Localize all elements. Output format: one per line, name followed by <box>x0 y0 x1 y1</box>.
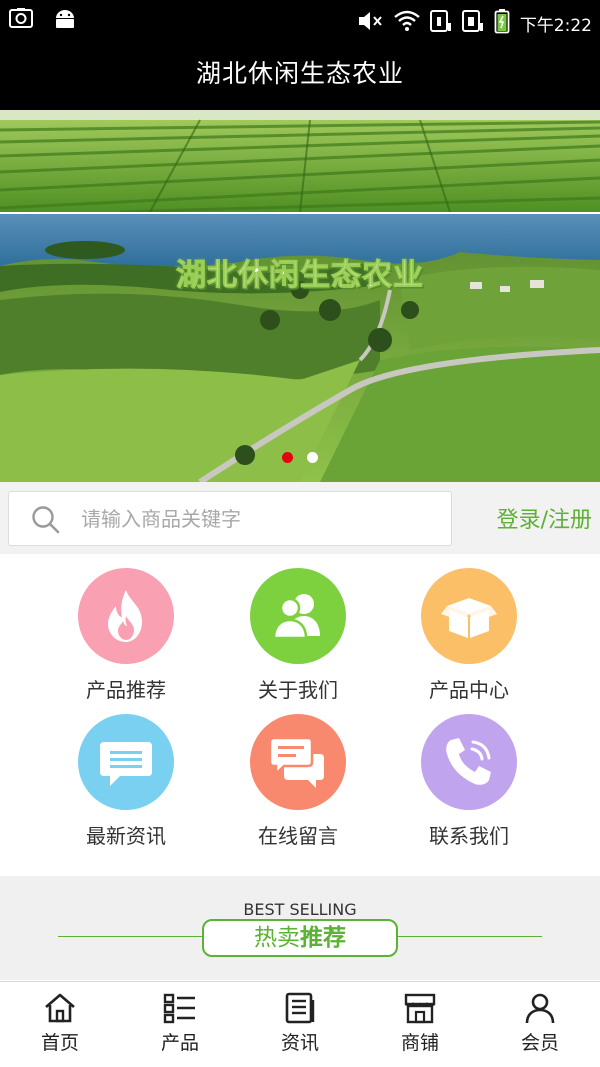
search-box[interactable] <box>8 491 452 546</box>
tab-label: 会员 <box>520 1032 559 1054</box>
carousel-dot-1[interactable] <box>282 452 293 463</box>
android-icon <box>52 6 78 36</box>
best-selling-section: BEST SELLING 热卖推荐 <box>0 876 600 980</box>
banner-image <box>0 110 600 482</box>
divider-left <box>58 936 202 937</box>
user-icon <box>480 992 600 1024</box>
best-selling-left: 热卖 <box>254 925 300 951</box>
tab-label: 首页 <box>40 1032 79 1054</box>
menu-label: 产品中心 <box>429 678 509 702</box>
menu-item-product-recommend[interactable]: 产品推荐 <box>51 568 201 703</box>
menu-item-latest-news[interactable]: 最新资讯 <box>51 714 201 849</box>
feature-grid: 产品推荐 关于我们 产品中心 最新资讯 在线留言 联系我们 <box>0 554 600 876</box>
tab-products[interactable]: 产品 <box>120 982 240 1067</box>
status-bar: 下午2:22 <box>0 0 600 40</box>
carousel-indicator <box>282 452 318 463</box>
banner-carousel[interactable]: 湖北休闲生态农业 <box>0 110 600 482</box>
divider-right <box>398 936 542 937</box>
tab-label: 商铺 <box>400 1032 439 1054</box>
tab-news[interactable]: 资讯 <box>240 982 360 1067</box>
sim1-icon <box>429 9 452 37</box>
battery-icon <box>494 8 510 38</box>
mute-icon <box>356 9 384 37</box>
carousel-dot-2[interactable] <box>307 452 318 463</box>
phone-icon <box>421 714 517 810</box>
title-bar: 湖北休闲生态农业 <box>0 40 600 110</box>
menu-item-product-center[interactable]: 产品中心 <box>394 568 544 703</box>
news-icon <box>78 714 174 810</box>
clock: 下午2:22 <box>519 15 592 36</box>
sim2-icon <box>461 9 484 37</box>
menu-item-online-message[interactable]: 在线留言 <box>223 714 373 849</box>
users-icon <box>250 568 346 664</box>
tab-label: 资讯 <box>280 1032 319 1054</box>
menu-label: 产品推荐 <box>86 678 166 702</box>
page-title: 湖北休闲生态农业 <box>195 59 404 88</box>
login-register-link[interactable]: 登录/注册 <box>497 502 592 534</box>
home-icon <box>0 992 120 1024</box>
tab-home[interactable]: 首页 <box>0 982 120 1067</box>
tab-store[interactable]: 商铺 <box>360 982 480 1067</box>
bottom-tab-bar: 首页 产品 资讯 商铺 会员 <box>0 981 600 1067</box>
search-input[interactable] <box>81 500 441 538</box>
search-row: 登录/注册 <box>0 482 600 554</box>
document-icon <box>240 992 360 1024</box>
menu-label: 联系我们 <box>429 824 509 848</box>
best-selling-heading: 热卖推荐 <box>202 919 398 957</box>
best-selling-right: 推荐 <box>300 925 346 951</box>
store-icon <box>360 992 480 1024</box>
tab-label: 产品 <box>160 1032 199 1054</box>
search-icon <box>31 505 61 539</box>
wifi-icon <box>394 10 420 36</box>
chat-icon <box>250 714 346 810</box>
fire-icon <box>78 568 174 664</box>
menu-item-about-us[interactable]: 关于我们 <box>223 568 373 703</box>
menu-item-contact-us[interactable]: 联系我们 <box>394 714 544 849</box>
best-selling-english: BEST SELLING <box>243 900 357 919</box>
box-icon <box>421 568 517 664</box>
menu-label: 关于我们 <box>258 678 338 702</box>
tab-member[interactable]: 会员 <box>480 982 600 1067</box>
screenshot-icon <box>8 6 34 36</box>
list-icon <box>120 992 240 1024</box>
banner-overlay-title: 湖北休闲生态农业 <box>176 258 424 294</box>
menu-label: 最新资讯 <box>86 824 166 848</box>
menu-label: 在线留言 <box>258 824 338 848</box>
